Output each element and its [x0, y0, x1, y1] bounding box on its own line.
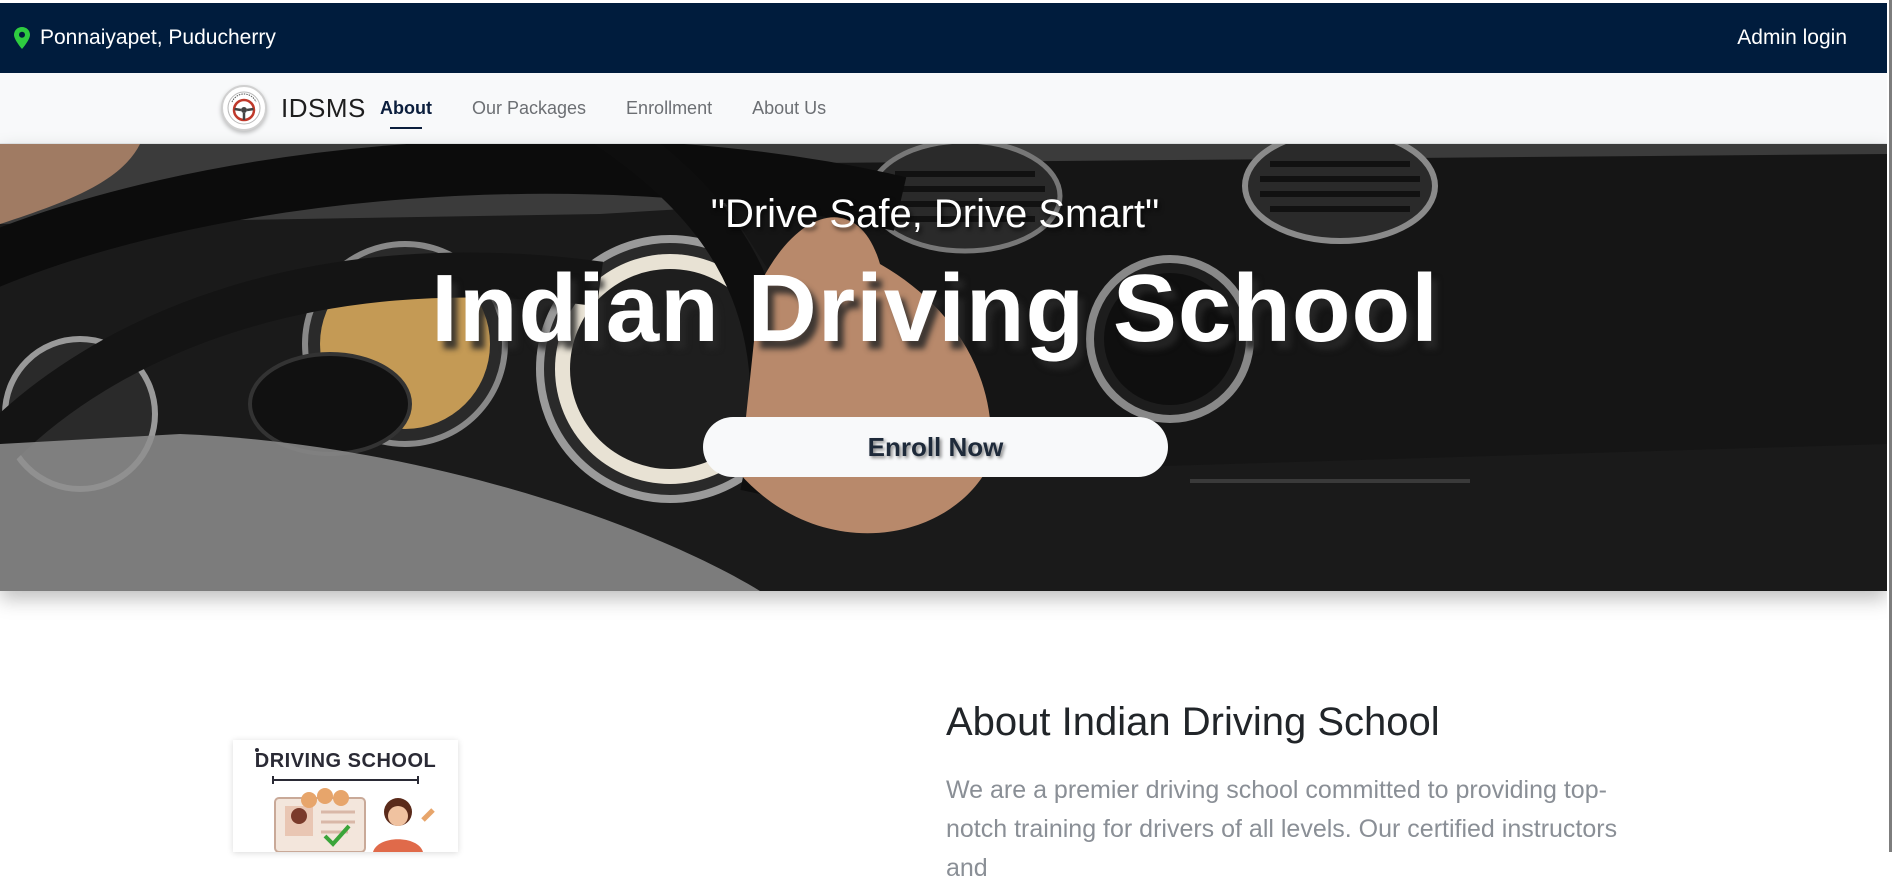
nav-links: About Our Packages Enrollment About Us	[380, 73, 866, 144]
brand-link[interactable]: IDSMS	[221, 85, 366, 131]
map-pin-icon	[14, 27, 30, 49]
top-info-bar: Ponnaiyapet, Puducherry Admin login	[0, 3, 1887, 73]
nav-link-our-packages[interactable]: Our Packages	[472, 98, 586, 119]
enroll-now-button[interactable]: Enroll Now	[703, 417, 1168, 477]
nav-link-about-us[interactable]: About Us	[752, 98, 826, 119]
location-info: Ponnaiyapet, Puducherry	[14, 3, 276, 73]
nav-link-enrollment[interactable]: Enrollment	[626, 98, 712, 119]
steering-wheel-logo	[221, 85, 267, 131]
scrollbar-thumb[interactable]	[1889, 0, 1892, 852]
nav-link-about[interactable]: About	[380, 98, 432, 129]
vertical-scrollbar[interactable]	[1887, 0, 1893, 852]
main-navbar: IDSMS About Our Packages Enrollment Abou…	[0, 73, 1887, 144]
location-text: Ponnaiyapet, Puducherry	[40, 26, 276, 49]
hero-tagline: "Drive Safe, Drive Smart"	[710, 192, 1160, 236]
hero-banner: "Drive Safe, Drive Smart" Indian Driving…	[0, 144, 1887, 591]
brand-name: IDSMS	[281, 92, 366, 123]
steering-wheel-icon	[227, 91, 261, 125]
admin-login-link[interactable]: Admin login	[1737, 3, 1847, 73]
driving-school-illustration: DRIVING SCHOOL	[233, 740, 458, 852]
about-heading: About Indian Driving School	[946, 700, 1440, 744]
hero-title: Indian Driving School	[431, 255, 1439, 362]
about-description: We are a premier driving school committe…	[946, 776, 1618, 882]
illustration-caption: DRIVING SCHOOL	[254, 750, 437, 772]
